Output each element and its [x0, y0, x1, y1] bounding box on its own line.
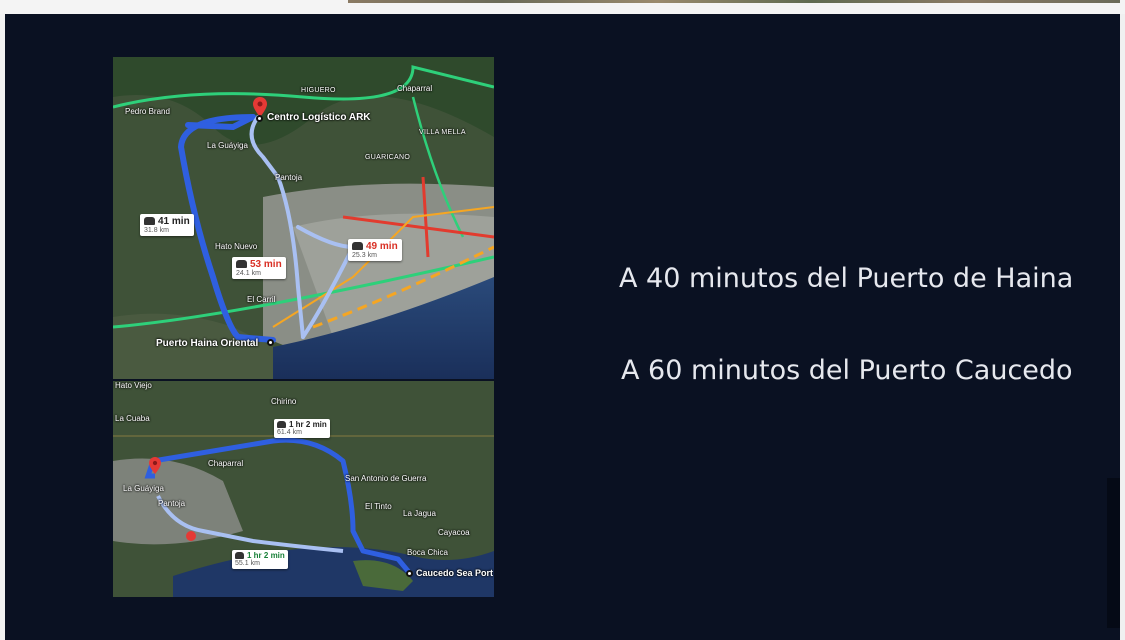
place-la-guayiga: La Guáyiga	[207, 141, 248, 150]
scroll-shadow	[1107, 478, 1120, 628]
route-card-55km[interactable]: 1 hr 2 min 55.1 km	[232, 550, 288, 569]
route-map-caucedo[interactable]: Hato Viejo La Cuaba Chirino Chaparral La…	[113, 381, 494, 597]
car-icon	[236, 260, 247, 269]
car-icon	[352, 242, 363, 251]
route-card-41min[interactable]: 41 min 31.8 km	[140, 214, 194, 236]
route-card-61km[interactable]: 1 hr 2 min 61.4 km	[274, 419, 330, 438]
origin-label: Puerto Haina Oriental	[156, 338, 259, 349]
place-pantoja: Pantoja	[275, 173, 303, 182]
place-higuero: HIGUERO	[301, 87, 336, 94]
place-villa-mella: VILLA MELLA	[419, 129, 466, 136]
place-chaparral: Chaparral	[397, 84, 433, 93]
top-photo-edge	[348, 0, 1120, 3]
caucedo-label: Caucedo Sea Port	[416, 568, 494, 578]
place-el-carril: El Carril	[247, 295, 276, 304]
route-card-49min[interactable]: 49 min 25.3 km	[348, 239, 402, 261]
caucedo-dot	[406, 570, 413, 577]
route-map-haina[interactable]: Pedro Brand HIGUERO Chaparral VILLA MELL…	[113, 57, 494, 379]
map-terrain-bottom	[113, 381, 494, 597]
car-icon	[235, 552, 244, 560]
place-la-jagua: La Jagua	[403, 509, 436, 518]
caption-caucedo: A 60 minutos del Puerto Caucedo	[621, 355, 1073, 386]
right-edge	[1120, 14, 1125, 640]
origin-pin-icon	[149, 457, 161, 474]
car-icon	[277, 421, 286, 429]
place-el-tinto: El Tinto	[365, 502, 392, 511]
route-card-53min[interactable]: 53 min 24.1 km	[232, 257, 286, 279]
place-cayacoa: Cayacoa	[438, 528, 470, 537]
place-san-antonio: San Antonio de Guerra	[345, 474, 427, 483]
place-pedro-brand: Pedro Brand	[125, 107, 170, 116]
destination-pin-icon	[253, 97, 267, 117]
place-chirino: Chirino	[271, 397, 297, 406]
place-la-cuaba: La Cuaba	[115, 414, 150, 423]
place-boca-chica: Boca Chica	[407, 548, 448, 557]
caption-haina: A 40 minutos del Puerto de Haina	[619, 263, 1074, 294]
place-la-guayiga-b: La Guáyiga	[123, 484, 164, 493]
place-hato-viejo: Hato Viejo	[115, 381, 152, 390]
destination-label: Centro Logístico ARK	[267, 112, 371, 123]
destination-dot	[256, 115, 263, 122]
car-icon	[144, 217, 155, 226]
place-guaricano: GUARICANO	[365, 154, 411, 161]
place-pantoja-b: Pantoja	[158, 499, 186, 508]
place-chaparral-b: Chaparral	[208, 459, 244, 468]
place-hato-nuevo: Hato Nuevo	[215, 242, 258, 251]
origin-dot	[267, 339, 274, 346]
